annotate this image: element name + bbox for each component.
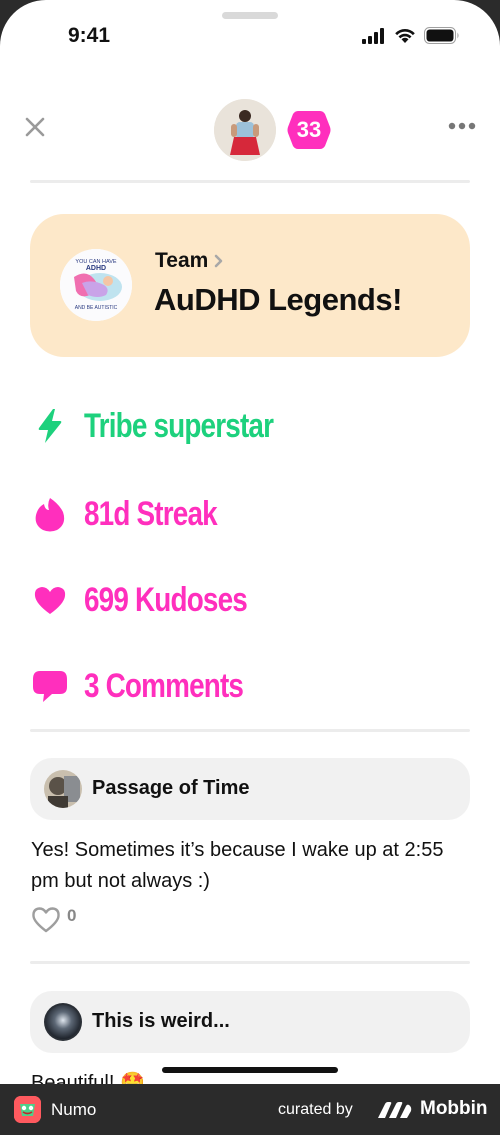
stat-label: 81d Streak [84, 494, 218, 533]
brand-name: Mobbin [420, 1098, 488, 1119]
mobbin-logo-icon [378, 1102, 412, 1118]
curated-by-label: curated by [278, 1101, 353, 1118]
stat-tribe-superstar: Tribe superstar [30, 406, 315, 446]
battery-icon [424, 27, 459, 44]
home-indicator [162, 1067, 338, 1073]
speech-bubble-icon [30, 666, 70, 706]
team-card[interactable]: YOU CAN HAVE ADHD AND BE AUTISTIC Team A… [30, 214, 470, 357]
stat-label: 699 Kudoses [84, 580, 248, 619]
divider [30, 729, 470, 732]
like-row: 0 [31, 906, 76, 933]
avatar [44, 770, 82, 808]
comment-text: Yes! Sometimes it’s because I wake up at… [31, 839, 444, 892]
comment-author-name: Passage of Time [92, 777, 250, 799]
like-count: 0 [67, 905, 77, 925]
heart-icon [30, 580, 70, 620]
status-icons [362, 27, 460, 44]
phone-screen: 9:41 33 YOU CAN HAVE ADHD AND BE AUTISTI… [0, 0, 500, 1084]
logo-text-bottom: AND BE AUTISTIC [75, 305, 118, 311]
comment-author-card[interactable]: Passage of Time [30, 758, 470, 820]
heart-outline-icon[interactable] [31, 906, 61, 933]
avatar[interactable] [214, 99, 276, 161]
chevron-right-icon [215, 254, 223, 268]
status-time: 9:41 [68, 24, 111, 47]
stat-comments: 3 Comments [30, 666, 278, 706]
status-bar: 9:41 [0, 22, 500, 52]
flame-icon [30, 494, 70, 534]
cellular-signal-icon [362, 27, 384, 44]
stat-kudoses: 699 Kudoses [30, 580, 283, 620]
team-name: AuDHD Legends! [154, 282, 402, 317]
stat-label: 3 Comments [84, 666, 244, 705]
wifi-icon [395, 28, 415, 43]
avatar [44, 1003, 82, 1041]
team-kicker: Team [155, 249, 224, 273]
stat-streak: 81d Streak [30, 494, 246, 534]
notch-pill [222, 12, 278, 19]
comment-author-card[interactable]: This is weird... [30, 991, 470, 1053]
team-logo: YOU CAN HAVE ADHD AND BE AUTISTIC [60, 249, 132, 321]
level-number: 33 [296, 117, 322, 142]
team-logo-image: YOU CAN HAVE ADHD AND BE AUTISTIC [60, 249, 132, 321]
more-options-icon[interactable] [448, 120, 476, 132]
avatar-person-image [214, 99, 276, 161]
team-kicker-label: Team [155, 249, 209, 272]
level-badge: 33 [287, 109, 331, 151]
top-bar: 33 [0, 96, 500, 166]
footer-bar: Numo curated by Mobbin [0, 1084, 500, 1135]
app-icon [14, 1096, 41, 1123]
close-icon[interactable] [22, 114, 48, 140]
comment-author-name: This is weird... [92, 1010, 230, 1032]
lightning-icon [30, 406, 70, 446]
divider [30, 961, 470, 964]
app-name: Numo [51, 1100, 97, 1119]
stat-label: Tribe superstar [84, 406, 274, 445]
logo-text-mid: ADHD [86, 265, 106, 272]
divider [30, 180, 470, 183]
